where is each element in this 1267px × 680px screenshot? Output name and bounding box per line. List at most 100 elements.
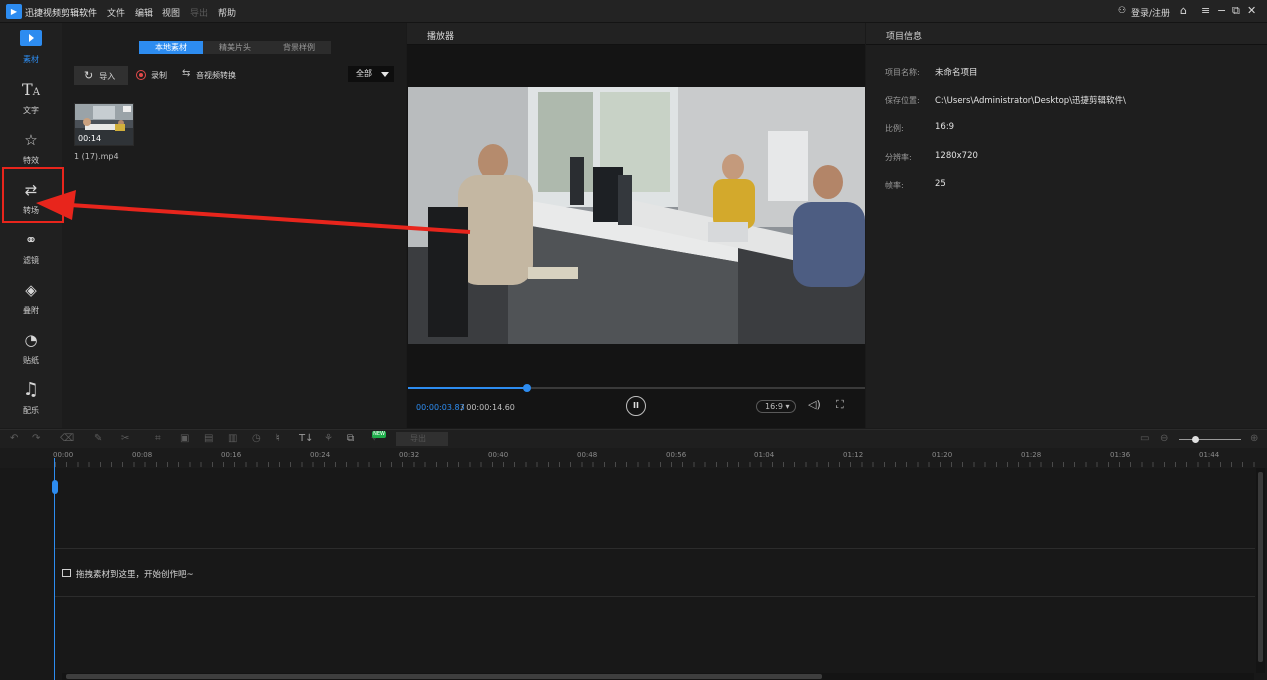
- project-info-header: 项目信息: [866, 23, 1267, 45]
- sidebar-item-label: 贴纸: [23, 356, 39, 365]
- tab-local-media[interactable]: 本地素材: [139, 41, 203, 54]
- edit-icon[interactable]: ✎: [94, 433, 102, 444]
- resolution-value: 1280x720: [935, 151, 978, 161]
- close-icon[interactable]: ✕: [1247, 4, 1256, 18]
- ruler-label: 00:56: [666, 451, 687, 459]
- zoom-in-icon[interactable]: ⊕: [1250, 433, 1258, 444]
- ruler-label: 00:08: [132, 451, 153, 459]
- ruler-label: 00:24: [310, 451, 331, 459]
- ratio-value: 16:9: [935, 122, 955, 132]
- fullscreen-icon[interactable]: ⛶: [836, 398, 844, 412]
- playhead-handle[interactable]: [52, 480, 58, 494]
- record-icon[interactable]: [136, 70, 146, 80]
- record-button[interactable]: 录制: [151, 70, 167, 81]
- framerate-value: 25: [935, 179, 946, 189]
- zoom-handle[interactable]: [1192, 436, 1199, 443]
- clip-duration: 00:14: [78, 134, 102, 143]
- user-icon[interactable]: ⚇: [1118, 6, 1126, 16]
- menu-view[interactable]: 视图: [162, 6, 180, 19]
- zoom-slider[interactable]: [1179, 439, 1241, 440]
- fit-icon[interactable]: ▭: [1140, 433, 1149, 444]
- aspect-ratio-value: 16:9: [765, 402, 783, 411]
- split-icon[interactable]: ✂: [121, 433, 129, 444]
- convert-icon[interactable]: ⇆: [182, 68, 190, 79]
- mosaic-icon[interactable]: ▣: [180, 433, 189, 444]
- chevron-down-icon: ▾: [785, 402, 790, 411]
- filter-value: 全部: [356, 69, 372, 78]
- text-icon: TA: [22, 80, 40, 99]
- effects-icon: ☆: [24, 131, 38, 149]
- sidebar-item-media[interactable]: 素材: [0, 23, 62, 71]
- undo-icon[interactable]: ↶: [10, 433, 18, 444]
- ruler-label: 00:00: [53, 451, 74, 459]
- sidebar-item-label: 文字: [23, 106, 39, 115]
- aspect-ratio-dropdown[interactable]: 16:9 ▾: [756, 400, 796, 413]
- vertical-scrollbar-thumb[interactable]: [1258, 472, 1263, 662]
- convert-button[interactable]: 音视频转换: [196, 70, 236, 81]
- current-time: 00:00:03.83: [416, 403, 465, 412]
- sidebar-item-overlay[interactable]: ◈ 叠附: [0, 274, 62, 322]
- menu-edit[interactable]: 编辑: [135, 6, 153, 19]
- home-icon[interactable]: ⌂: [1180, 4, 1187, 18]
- pip-icon[interactable]: ⧉: [347, 433, 354, 444]
- sticker-icon: ◔: [24, 331, 38, 349]
- import-label: 导入: [99, 72, 116, 81]
- ruler-ticks: [55, 462, 1255, 467]
- menu-file[interactable]: 文件: [107, 6, 125, 19]
- menu-icon[interactable]: ≡: [1201, 4, 1210, 18]
- tab-intros[interactable]: 精美片头: [203, 41, 267, 54]
- player-panel: 播放器 00:00:03.83 / 00:00:14.60 II 16:9 ▾ …: [407, 23, 865, 428]
- import-icon: ↻: [84, 69, 94, 82]
- ruler-label: 00:32: [399, 451, 420, 459]
- framerate-label: 帧率:: [885, 181, 904, 190]
- media-clip-thumbnail[interactable]: 00:14: [74, 103, 134, 146]
- time-ruler[interactable]: 00:00 00:08 00:16 00:24 00:32 00:40 00:4…: [0, 448, 1267, 468]
- microphone-icon[interactable]: ♮: [276, 433, 280, 444]
- horizontal-scrollbar-thumb[interactable]: [66, 674, 822, 679]
- save-location-value: C:\Users\Administrator\Desktop\迅捷剪辑软件\: [935, 96, 1126, 106]
- resolution-label: 分辨率:: [885, 153, 912, 162]
- text-to-speech-icon[interactable]: T↓: [299, 433, 314, 444]
- ruler-label: 01:36: [1110, 451, 1131, 459]
- progress-handle[interactable]: [522, 384, 531, 392]
- pause-button[interactable]: II: [626, 396, 646, 416]
- color-icon[interactable]: ⚘: [324, 433, 333, 444]
- filter-dropdown[interactable]: 全部: [348, 66, 394, 82]
- menu-export[interactable]: 导出: [190, 6, 208, 19]
- restore-icon[interactable]: ⧉: [1232, 4, 1240, 18]
- zoom-out-icon[interactable]: ⊖: [1160, 433, 1168, 444]
- menu-help[interactable]: 帮助: [218, 6, 236, 19]
- crop-icon[interactable]: ⌗: [155, 433, 161, 444]
- sidebar-item-music[interactable]: ♫ 配乐: [0, 374, 62, 422]
- freeze-icon[interactable]: ▤: [204, 433, 213, 444]
- minimize-icon[interactable]: −: [1217, 4, 1226, 18]
- tab-backgrounds[interactable]: 背景样例: [267, 41, 331, 54]
- player-title: 播放器: [427, 32, 455, 42]
- delete-icon[interactable]: ⌫: [60, 433, 74, 444]
- audio-detach-icon[interactable]: ▥: [228, 433, 237, 444]
- ruler-label: 01:12: [843, 451, 864, 459]
- redo-icon[interactable]: ↷: [32, 433, 40, 444]
- project-info-title: 项目信息: [886, 32, 923, 42]
- login-link[interactable]: 登录/注册: [1131, 6, 1170, 19]
- timeline-toolbar: ↶ ↷ ⌫ ✎ ✂ ⌗ ▣ ▤ ▥ ◷ ♮ T↓ ⚘ ⧉ ✧ NEW 导出 ▭ …: [0, 429, 1267, 448]
- sidebar-item-label: 滤镜: [23, 256, 39, 265]
- title-bar: ▶ 迅捷视频剪辑软件 文件 编辑 视图 导出 帮助 ⚇ 登录/注册 ⌂ ≡ − …: [0, 0, 1267, 23]
- clip-filename: 1 (17).mp4: [74, 152, 119, 161]
- sidebar-item-effects[interactable]: ☆ 特效: [0, 124, 62, 172]
- speed-icon[interactable]: ◷: [252, 433, 261, 444]
- export-button[interactable]: 导出: [396, 432, 448, 446]
- chevron-down-icon: [381, 72, 389, 77]
- sidebar-item-label: 叠附: [23, 306, 39, 315]
- left-sidebar: 素材 TA 文字 ☆ 特效 ⇄ 转场 ⚭ 滤镜 ◈ 叠附 ◔ 贴纸 ♫ 配乐: [0, 23, 62, 428]
- sidebar-item-sticker[interactable]: ◔ 贴纸: [0, 324, 62, 372]
- annotation-highlight-box: [2, 167, 64, 223]
- ruler-label: 01:04: [754, 451, 775, 459]
- total-time: / 00:00:14.60: [461, 403, 515, 412]
- volume-icon[interactable]: ◁): [808, 398, 821, 411]
- import-button[interactable]: ↻ 导入: [74, 66, 128, 85]
- sidebar-item-filter[interactable]: ⚭ 滤镜: [0, 224, 62, 272]
- video-preview[interactable]: [408, 87, 865, 344]
- sidebar-item-text[interactable]: TA 文字: [0, 74, 62, 122]
- app-logo-icon: ▶: [6, 4, 22, 19]
